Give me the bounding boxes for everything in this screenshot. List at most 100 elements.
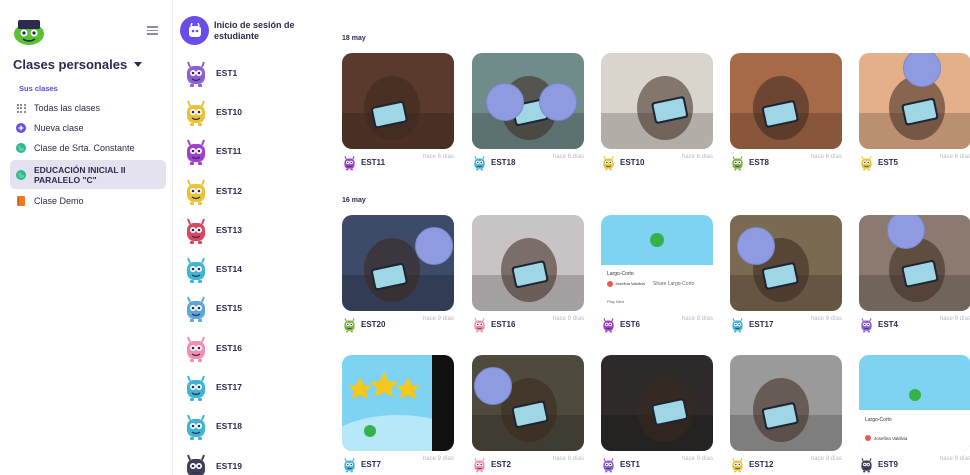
student-login-label: Inicio de sesión de estudiante [214,19,295,41]
face-blur [539,83,577,121]
story-photo[interactable] [342,355,454,451]
story-photo[interactable]: Largo-Corto Josefina Valdivia [859,355,970,451]
story-card[interactable]: Largo-Corto Josefina Valdivia EST9 hace 9 d… [859,355,970,474]
student-item[interactable]: EST14 [183,249,242,288]
story-photo[interactable] [601,355,713,451]
monster-avatar-icon [183,136,209,166]
student-name: EST12 [216,185,242,196]
story-student-name[interactable]: EST18 [491,158,515,167]
story-timestamp: hace 6 días [552,154,584,160]
story-student-name[interactable]: EST4 [878,320,898,329]
story-student-name[interactable]: EST11 [361,158,385,167]
date-header: 16 may [342,197,366,204]
story-student-name[interactable]: EST6 [620,320,640,329]
student-login-button[interactable]: Inicio de sesión de estudiante [180,16,304,45]
menu-icon[interactable] [147,26,158,35]
story-student-name[interactable]: EST10 [620,158,644,167]
sidebar-item-new-class[interactable]: Nueva clase [10,118,166,138]
student-item[interactable]: EST1 [183,53,242,92]
book-icon [16,196,26,206]
story-timestamp: hace 6 días [681,154,713,160]
student-item[interactable]: EST15 [183,289,242,328]
story-meta: EST10 hace 6 días [601,152,713,172]
monster-avatar-icon [342,316,357,333]
story-card[interactable]: EST8 hace 6 días [730,53,842,172]
story-card[interactable]: EST7 hace 9 días [342,355,454,474]
story-student-name[interactable]: EST5 [878,158,898,167]
face-blur [415,227,453,265]
story-student-name[interactable]: EST20 [361,320,385,329]
story-photo[interactable] [730,215,842,311]
story-card[interactable]: EST16 hace 9 días [472,215,584,334]
student-item[interactable]: EST10 [183,92,242,131]
story-card[interactable]: EST5 hace 6 días [859,53,970,172]
story-student-name[interactable]: EST9 [878,460,898,469]
story-photo[interactable] [342,53,454,149]
student-item[interactable]: EST11 [183,132,242,171]
story-photo[interactable] [342,215,454,311]
student-item[interactable]: EST18 [183,407,242,446]
story-photo[interactable] [472,53,584,149]
story-card[interactable]: EST10 hace 6 días [601,53,713,172]
story-student-name[interactable]: EST12 [749,460,773,469]
story-timestamp: hace 9 días [810,456,842,462]
story-card[interactable]: EST1 hace 9 días [601,355,713,474]
story-student-name[interactable]: EST1 [620,460,640,469]
svg-text:Share Largo-Corto: Share Largo-Corto [653,281,695,287]
story-student-name[interactable]: EST16 [491,320,515,329]
story-photo[interactable] [730,355,842,451]
monster-avatar-icon [730,456,745,473]
sidebar-item-clase-demo[interactable]: Clase Demo [10,191,166,211]
story-student-name[interactable]: EST2 [491,460,511,469]
story-card[interactable]: EST17 hace 9 días [730,215,842,334]
story-student-name[interactable]: EST8 [749,158,769,167]
story-timestamp: hace 9 días [681,456,713,462]
story-card[interactable]: EST2 hace 9 días [472,355,584,474]
sidebar-item-educacion-inicial[interactable]: EDUCACIÓN INICIAL II PARALELO "C" [10,160,166,189]
story-card[interactable]: EST20 hace 9 días [342,215,454,334]
student-name: EST15 [216,303,242,314]
student-item[interactable]: EST13 [183,210,242,249]
student-login-icon [180,16,209,45]
student-name: EST14 [216,264,242,275]
story-meta: EST8 hace 6 días [730,152,842,172]
story-photo[interactable] [859,53,970,149]
story-photo[interactable] [472,215,584,311]
sidebar-item-label: Clase Demo [34,196,84,206]
story-timestamp: hace 9 días [939,316,970,322]
story-card[interactable]: Largo-Corto Josefina Valdivia Share Largo-… [601,215,713,334]
face-blur [486,83,524,121]
date-header: 18 may [342,35,366,42]
story-card[interactable]: EST12 hace 9 días [730,355,842,474]
monster-avatar-icon [601,456,616,473]
story-meta: EST2 hace 9 días [472,454,584,474]
monster-avatar-icon [859,456,874,473]
sidebar-item-class-srta-constante[interactable]: Clase de Srta. Constante [10,138,166,158]
story-card[interactable]: EST18 hace 6 días [472,53,584,172]
monster-avatar-icon [601,316,616,333]
story-photo[interactable] [859,215,970,311]
logo-icon[interactable] [12,18,46,46]
story-photo[interactable] [730,53,842,149]
story-photo[interactable] [472,355,584,451]
story-card[interactable]: EST11 hace 6 días [342,53,454,172]
story-card[interactable]: EST4 hace 9 días [859,215,970,334]
monster-avatar-icon [342,456,357,473]
student-item[interactable]: EST12 [183,171,242,210]
class-selector-dropdown[interactable]: Clases personales [13,57,143,72]
story-student-name[interactable]: EST17 [749,320,773,329]
student-list: EST1 EST10 EST11 EST12 EST13 EST14 EST15 EST16 E… [183,53,242,475]
story-student-name[interactable]: EST7 [361,460,381,469]
sidebar-item-all-classes[interactable]: Todas las clases [10,98,166,118]
student-item[interactable]: EST16 [183,328,242,367]
student-item[interactable]: EST19 [183,446,242,475]
story-photo[interactable] [601,53,713,149]
monster-avatar-icon [859,154,874,171]
monster-avatar-icon [183,333,209,363]
svg-text:Josefina Valdivia: Josefina Valdivia [615,281,645,286]
story-photo[interactable]: Largo-Corto Josefina Valdivia Share Largo-… [601,215,713,311]
student-item[interactable]: EST17 [183,367,242,406]
story-meta: EST6 hace 9 días [601,314,713,334]
story-timestamp: hace 9 días [939,456,970,462]
monster-avatar-icon [472,456,487,473]
